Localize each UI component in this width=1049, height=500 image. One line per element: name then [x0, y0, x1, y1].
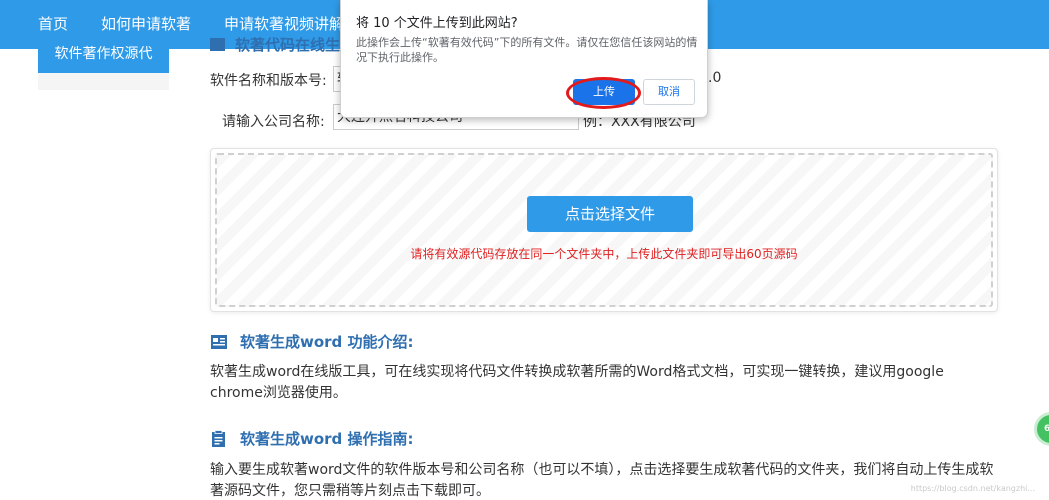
version-label: 软件名称和版本号: [210, 73, 327, 89]
section-heading-text: 软著代码在线生 [235, 35, 341, 54]
floating-speed-badge[interactable]: 63 [1034, 412, 1049, 446]
upload-note: 请将有效源代码存放在同一个文件夹中，上传此文件夹即可导出60页源码 [410, 247, 798, 261]
intro-title: 软著生成word 功能介绍: [240, 333, 414, 351]
select-file-button[interactable]: 点击选择文件 [527, 196, 693, 232]
section-heading-generator: 软著代码在线生 [210, 34, 340, 54]
upload-permission-dialog: 将 10 个文件上传到此网站? 此操作会上传“软著有效代码”下的所有文件。请仅在… [340, 0, 708, 118]
clipboard-icon [212, 429, 225, 447]
dialog-title: 将 10 个文件上传到此网站? [356, 16, 518, 31]
upload-area: 点击选择文件 请将有效源代码存放在同一个文件夹中，上传此文件夹即可导出60页源码 [210, 148, 998, 312]
guide-title: 软著生成word 操作指南: [240, 430, 414, 448]
intro-text: 软著生成word在线版工具，可在线实现将代码文件转换成软著所需的Word格式文档… [210, 364, 944, 401]
intro-heading: 软著生成word 功能介绍: [210, 331, 414, 352]
dialog-message: 此操作会上传“软著有效代码”下的所有文件。请仅在您信任该网站的情况下执行此操作。 [356, 36, 698, 64]
upload-dropzone[interactable]: 点击选择文件 请将有效源代码存放在同一个文件夹中，上传此文件夹即可导出60页源码 [215, 153, 993, 307]
newspaper-icon [211, 334, 227, 349]
watermark: https://blog.csdn.net/kangzhi... [910, 484, 1035, 493]
dialog-cancel-button[interactable]: 取消 [643, 79, 695, 105]
version-hint: .0 [708, 70, 722, 86]
document-icon [210, 37, 225, 51]
sidebar-tab-source-code[interactable]: 软件著作权源代 [38, 36, 169, 73]
guide-text: 输入要生成软著word文件的软件版本号和公司名称（也可以不填），点击选择要生成软… [210, 462, 994, 499]
company-label: 请输入公司名称: [222, 114, 325, 130]
guide-heading: 软著生成word 操作指南: [210, 428, 414, 449]
highlight-annotation-ring [566, 77, 641, 109]
